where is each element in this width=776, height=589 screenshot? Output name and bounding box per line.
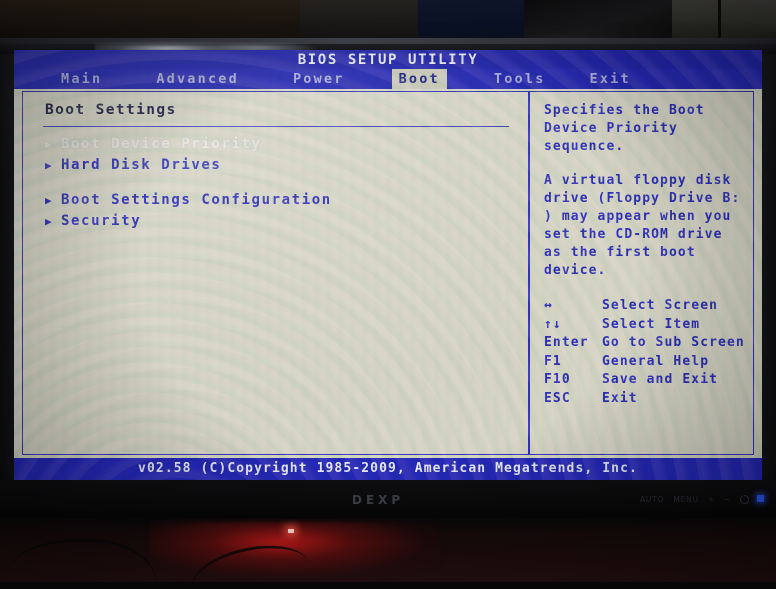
boot-options-list: ▶ Boot Device Priority ▶ Hard Disk Drive… — [45, 134, 515, 232]
help-paragraph-1: Specifies the Boot Device Priority seque… — [544, 103, 705, 154]
bios-setup-utility: BIOS SETUP UTILITY Main Advanced Power B… — [14, 50, 762, 480]
monitor-brand-logo: DEXP — [352, 493, 405, 507]
menu-item-security[interactable]: ▶ Security — [45, 211, 515, 232]
key-legend: ↔ Select Screen ↑↓ Select Item Enter Go … — [544, 297, 752, 408]
menu-item-boot-settings-configuration[interactable]: ▶ Boot Settings Configuration — [45, 190, 515, 211]
key-legend-desc: Select Item — [602, 316, 701, 332]
osd-button-auto[interactable]: AUTO — [640, 495, 664, 504]
menu-item-label: Boot Settings Configuration — [61, 192, 332, 208]
submenu-arrow-icon: ▶ — [45, 159, 54, 172]
tab-exit[interactable]: Exit — [583, 69, 638, 89]
key-legend-desc: Select Screen — [602, 298, 719, 313]
osd-button-menu[interactable]: MENU — [673, 495, 699, 504]
key-f10: F10 — [544, 372, 571, 387]
power-led-indicator — [757, 495, 764, 502]
key-legend-desc: Go to Sub Screen — [602, 335, 745, 350]
submenu-arrow-icon: ▶ — [45, 138, 54, 151]
help-paragraph-2: A virtual floppy disk drive (Floppy Driv… — [544, 173, 741, 278]
submenu-arrow-icon: ▶ — [45, 215, 54, 228]
help-text: Specifies the Boot Device Priority seque… — [544, 102, 744, 296]
tab-boot[interactable]: Boot — [391, 69, 447, 89]
key-legend-row: ESC Exit — [544, 390, 752, 409]
submenu-arrow-icon: ▶ — [45, 194, 54, 207]
osd-button-plus[interactable]: + — [708, 495, 715, 504]
bios-body: Boot Settings ▶ Boot Device Priority ▶ H… — [14, 89, 762, 458]
key-enter: Enter — [544, 335, 589, 350]
background-wall-middle — [300, 0, 420, 42]
key-legend-row: ↔ Select Screen — [544, 297, 752, 316]
osd-button-minus[interactable]: − — [724, 495, 731, 504]
menu-item-label: Security — [61, 213, 142, 229]
tab-advanced[interactable]: Advanced — [149, 69, 246, 89]
tab-tools[interactable]: Tools — [487, 69, 553, 89]
arrows-horizontal-icon: ↔ — [544, 298, 553, 313]
page-title: Boot Settings — [45, 102, 177, 118]
menu-item-boot-device-priority[interactable]: ▶ Boot Device Priority — [45, 134, 515, 155]
menu-item-label: Hard Disk Drives — [61, 157, 222, 173]
key-legend-desc: Exit — [602, 390, 638, 406]
bios-menu-bar: Main Advanced Power Boot Tools Exit — [14, 69, 762, 89]
bios-title-bar: BIOS SETUP UTILITY — [14, 50, 762, 71]
key-legend-desc: General Help — [602, 353, 710, 369]
tab-main[interactable]: Main — [54, 69, 109, 89]
key-legend-row: ↑↓ Select Item — [544, 316, 752, 335]
key-legend-desc: Save and Exit — [602, 372, 719, 387]
key-legend-row: F10 Save and Exit — [544, 371, 752, 390]
tab-power[interactable]: Power — [286, 69, 352, 89]
arrows-vertical-icon: ↑↓ — [544, 316, 562, 332]
menu-item-label: Boot Device Priority — [61, 136, 262, 152]
red-led-point — [288, 529, 294, 533]
monitor-screen: BIOS SETUP UTILITY Main Advanced Power B… — [14, 50, 762, 480]
key-legend-row: F1 General Help — [544, 353, 752, 372]
key-f1: F1 — [544, 353, 562, 369]
copyright-footer: v02.58 (C)Copyright 1985-2009, American … — [14, 458, 762, 480]
section-divider — [43, 126, 509, 127]
osd-button-row: AUTO MENU + − — [640, 494, 750, 504]
menu-item-hard-disk-drives[interactable]: ▶ Hard Disk Drives — [45, 155, 515, 176]
help-panel: Specifies the Boot Device Priority seque… — [528, 91, 754, 455]
boot-settings-panel: Boot Settings ▶ Boot Device Priority ▶ H… — [22, 91, 528, 455]
key-legend-row: Enter Go to Sub Screen — [544, 334, 752, 353]
power-icon[interactable] — [740, 494, 750, 504]
key-esc: ESC — [544, 390, 571, 406]
